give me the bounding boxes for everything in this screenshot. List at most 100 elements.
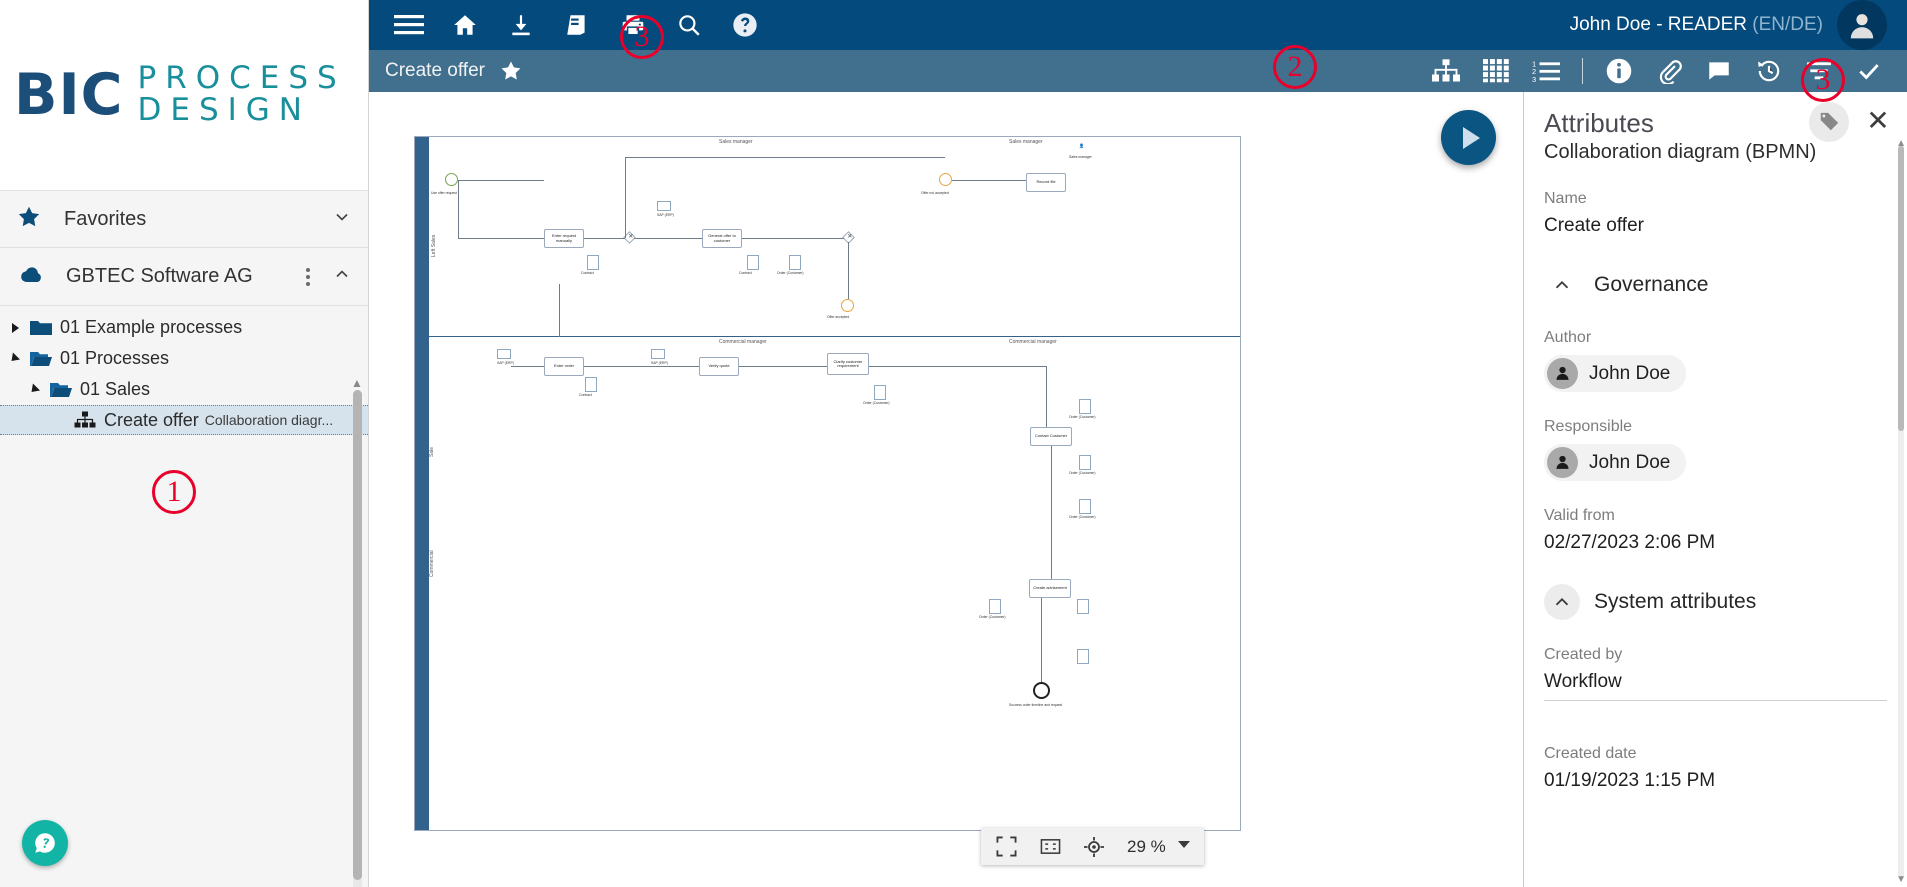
document-label: Order (Customer) (777, 271, 804, 275)
chevron-down-icon[interactable] (28, 382, 44, 398)
logo-bic-text: BIC (14, 67, 124, 124)
sidebar-item-favorites[interactable]: Favorites (0, 190, 368, 248)
star-filled-icon (16, 204, 42, 235)
end-event[interactable] (1033, 682, 1050, 699)
start-event[interactable] (445, 173, 458, 186)
kebab-menu-icon[interactable] (298, 268, 318, 286)
hierarchy-icon[interactable] (1422, 50, 1470, 92)
chevron-up-icon[interactable] (332, 264, 352, 289)
valid-from-label: Valid from (1544, 507, 1887, 525)
task-node[interactable]: Clarify customer requirement (827, 353, 869, 375)
user-role: (EN/DE) (1752, 14, 1823, 35)
responsible-chip[interactable]: John Doe (1544, 444, 1686, 481)
task-node[interactable]: Record file (1026, 173, 1066, 192)
document-node[interactable] (789, 255, 801, 270)
document-node[interactable] (585, 377, 597, 392)
catalog-book-icon[interactable] (551, 2, 603, 48)
document-node[interactable] (1077, 599, 1089, 614)
task-node[interactable]: Enter request manually (544, 229, 584, 248)
tree-item-label: 01 Sales (80, 379, 150, 400)
chevron-right-icon[interactable] (8, 320, 24, 336)
message-label: SAP (ERP) (657, 213, 674, 217)
event-label: Use offer request (431, 191, 457, 195)
sidebar-item-example-processes[interactable]: 01 Example processes (0, 312, 368, 343)
section-governance[interactable]: Governance (1544, 267, 1887, 303)
diagram-canvas[interactable]: Sales manager Sales manager Left Sales U… (369, 92, 1523, 887)
tree-item-label: 01 Example processes (60, 317, 242, 338)
created-date-value: 01/19/2023 1:15 PM (1544, 770, 1887, 792)
message-node[interactable] (497, 349, 511, 359)
connector (625, 157, 626, 238)
tag-icon[interactable] (1809, 102, 1849, 142)
message-label: SAP (ERP) (651, 361, 668, 365)
comment-icon[interactable] (1695, 50, 1743, 92)
history-icon[interactable] (1745, 50, 1793, 92)
help-icon[interactable] (719, 2, 771, 48)
attachment-icon[interactable] (1645, 50, 1693, 92)
breadcrumb: Create offer (385, 60, 485, 82)
document-node[interactable] (989, 599, 1001, 614)
task-node[interactable]: Contact Customer (1030, 427, 1072, 446)
sidebar-scrollbar[interactable] (353, 390, 362, 887)
numbered-list-icon[interactable]: 1 2 3 (1522, 50, 1570, 92)
home-icon[interactable] (439, 2, 491, 48)
close-icon[interactable]: ✕ (1861, 104, 1895, 138)
scrollbar-thumb[interactable] (353, 390, 362, 880)
task-node[interactable]: Enter order (544, 357, 584, 376)
filter-icon[interactable] (1795, 50, 1843, 92)
sidebar-item-sales[interactable]: 01 Sales (0, 374, 368, 405)
intermediate-event[interactable] (841, 299, 854, 312)
document-node[interactable] (1079, 455, 1091, 470)
sidebar-item-create-offer[interactable]: Create offer Collaboration diagr... (0, 405, 368, 435)
connector (511, 366, 544, 367)
menu-icon[interactable] (383, 2, 435, 48)
bpmn-diagram[interactable]: Sales manager Sales manager Left Sales U… (414, 136, 1241, 831)
avatar[interactable] (1837, 0, 1887, 50)
chevron-up-icon[interactable] (1544, 267, 1580, 303)
document-node[interactable] (1079, 399, 1091, 414)
chevron-up-icon[interactable] (1544, 584, 1580, 620)
chevron-down-icon[interactable] (8, 351, 24, 367)
document-node[interactable] (1077, 649, 1089, 664)
sidebar-item-repository[interactable]: GBTEC Software AG (0, 248, 368, 306)
message-node[interactable] (657, 201, 671, 211)
task-node[interactable]: Verify quote (699, 357, 739, 376)
intermediate-event[interactable] (939, 173, 952, 186)
help-chat-icon[interactable] (22, 820, 68, 866)
panel-scrollbar[interactable] (1898, 146, 1904, 877)
print-icon[interactable] (607, 2, 659, 48)
section-label: System attributes (1594, 590, 1756, 614)
document-node[interactable] (747, 255, 759, 270)
connector (1041, 598, 1042, 682)
document-node[interactable] (587, 255, 599, 270)
matrix-grid-icon[interactable] (1472, 50, 1520, 92)
chevron-down-icon[interactable] (1176, 836, 1192, 857)
author-value: John Doe (1589, 363, 1670, 385)
section-system-attributes[interactable]: System attributes (1544, 584, 1887, 620)
info-icon[interactable] (1595, 50, 1643, 92)
search-icon[interactable] (663, 2, 715, 48)
scrollbar-up-arrow[interactable]: ▲ (350, 376, 364, 390)
message-node[interactable] (651, 349, 665, 359)
user-label[interactable]: John Doe - READER (EN/DE) (1570, 14, 1823, 36)
task-node[interactable]: General offer to customer (702, 229, 742, 248)
document-node[interactable] (874, 385, 886, 400)
document-node[interactable] (1079, 499, 1091, 514)
diagram-icon (74, 411, 96, 429)
play-simulation-button[interactable] (1441, 110, 1496, 165)
center-target-icon[interactable] (1075, 829, 1113, 864)
author-chip[interactable]: John Doe (1544, 355, 1686, 392)
lane-vertical-label: Left Sales (431, 197, 437, 257)
check-icon[interactable] (1845, 50, 1893, 92)
task-node[interactable]: Create advisement (1029, 579, 1071, 598)
sidebar-item-processes[interactable]: 01 Processes (0, 343, 368, 374)
document-label: Contract (581, 271, 594, 275)
download-icon[interactable] (495, 2, 547, 48)
scrollbar-down-arrow[interactable]: ▼ (1896, 874, 1906, 885)
logo-process-text: PROCESS (138, 63, 346, 95)
chevron-down-icon[interactable] (332, 207, 352, 232)
favorite-star-icon[interactable] (499, 59, 523, 83)
fullscreen-icon[interactable] (987, 829, 1025, 864)
scrollbar-thumb[interactable] (1898, 146, 1904, 431)
fit-to-screen-icon[interactable] (1031, 829, 1069, 864)
